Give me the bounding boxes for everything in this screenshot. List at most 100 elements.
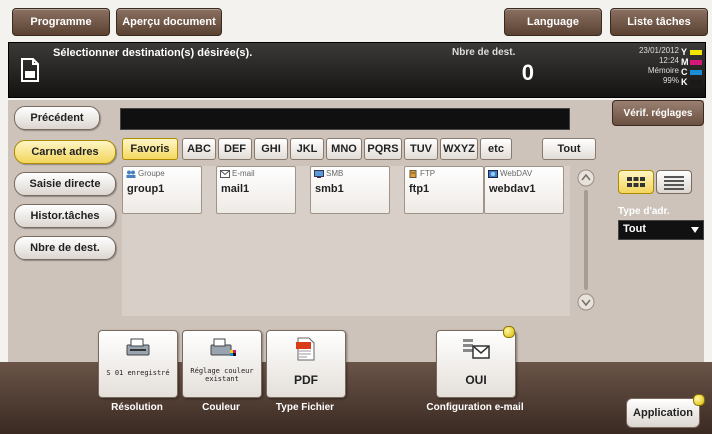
type-adr-label: Type d'adr. xyxy=(618,206,670,217)
toner-label-y: Y xyxy=(681,47,688,57)
tab-mno[interactable]: MNO xyxy=(326,138,362,160)
toner-bar-k xyxy=(690,79,702,85)
entry-type-label: WebDAV xyxy=(500,169,533,178)
email-config-icon xyxy=(463,339,490,359)
entry-type: WebDAV xyxy=(488,169,532,178)
toner-levels: Y M C K xyxy=(681,47,705,87)
memory-label: Mémoire xyxy=(647,66,679,75)
entry-type-label: Groupe xyxy=(138,169,165,178)
application-button[interactable]: Application xyxy=(626,398,700,428)
address-entry-smb1[interactable]: SMB smb1 xyxy=(310,166,390,214)
entry-type-label: E-mail xyxy=(232,169,255,178)
copier-control-panel-screen: Programme Aperçu document Language Liste… xyxy=(0,0,712,434)
tab-def[interactable]: DEF xyxy=(218,138,252,160)
couleur-value: Réglage couleur existant xyxy=(190,367,254,383)
type-fichier-button[interactable]: PDF xyxy=(266,330,346,398)
entry-name: mail1 xyxy=(221,183,250,195)
verif-reglages-button[interactable]: Vérif. réglages xyxy=(612,100,704,126)
ftp-icon xyxy=(409,169,417,178)
sidebar-item-saisie-directe[interactable]: Saisie directe xyxy=(14,172,116,196)
configuration-email-caption: Configuration e-mail xyxy=(426,402,524,413)
pdf-file-icon xyxy=(296,337,315,361)
tab-etc[interactable]: etc xyxy=(480,138,512,160)
sidebar-item-nbre-dest[interactable]: Nbre de dest. xyxy=(14,236,116,260)
toner-bar-y xyxy=(690,49,702,55)
list-view-button[interactable] xyxy=(656,170,692,194)
entry-name: webdav1 xyxy=(489,183,536,195)
email-icon xyxy=(220,169,230,178)
configuration-email-button[interactable]: OUI xyxy=(436,330,516,398)
status-time: 12:24 xyxy=(658,56,679,65)
status-bar: Sélectionner destination(s) désirée(s). … xyxy=(8,42,706,98)
couleur-button[interactable]: Réglage couleur existant xyxy=(182,330,262,398)
language-button[interactable]: Language xyxy=(504,8,602,36)
address-entry-ftp1[interactable]: FTP ftp1 xyxy=(404,166,484,214)
scroll-down-icon[interactable] xyxy=(576,292,596,312)
entry-type: SMB xyxy=(314,169,343,178)
entry-type: Groupe xyxy=(126,169,165,178)
toner-bar-m xyxy=(690,59,702,65)
tab-pqrs[interactable]: PQRS xyxy=(364,138,402,160)
programme-button[interactable]: Programme xyxy=(12,8,110,36)
address-list: Groupe group1 E-mail mail1 SMB smb1 FTP … xyxy=(122,166,570,316)
toner-row-m: M xyxy=(681,57,705,67)
entry-name: ftp1 xyxy=(409,183,430,195)
webdav-icon xyxy=(488,169,498,178)
grid-view-icon xyxy=(627,177,645,187)
precedent-button[interactable]: Précédent xyxy=(14,106,100,130)
memory-value: 99% xyxy=(662,76,679,85)
grid-view-button[interactable] xyxy=(618,170,654,194)
document-icon xyxy=(21,58,39,82)
liste-taches-button[interactable]: Liste tâches xyxy=(610,8,708,36)
tab-tuv[interactable]: TUV xyxy=(404,138,438,160)
scroll-track[interactable] xyxy=(584,190,588,290)
entry-type-label: SMB xyxy=(326,169,344,178)
instruction-message: Sélectionner destination(s) désirée(s). xyxy=(53,47,253,59)
entry-type-label: FTP xyxy=(420,169,436,178)
toner-row-y: Y xyxy=(681,47,705,57)
address-entry-group1[interactable]: Groupe group1 xyxy=(122,166,202,214)
chevron-down-icon xyxy=(691,227,699,233)
resolution-button[interactable]: S 01 enregistré xyxy=(98,330,178,398)
type-adr-select[interactable]: Tout xyxy=(618,220,704,240)
resolution-value: S 01 enregistré xyxy=(106,369,170,377)
dest-count-value: 0 xyxy=(521,60,534,85)
scroll-up-icon[interactable] xyxy=(576,168,596,188)
sidebar-item-histor-taches[interactable]: Histor.tâches xyxy=(14,204,116,228)
destination-panel: Précédent Vérif. réglages Carnet adres S… xyxy=(8,100,704,362)
destination-input-field[interactable] xyxy=(120,108,570,130)
address-scrollbar[interactable] xyxy=(576,168,596,312)
entry-name: group1 xyxy=(127,183,165,195)
entry-type: E-mail xyxy=(220,169,255,178)
entry-type: FTP xyxy=(408,169,435,178)
apercu-document-button[interactable]: Aperçu document xyxy=(116,8,222,36)
tab-favoris[interactable]: Favoris xyxy=(122,138,178,160)
tab-ghi[interactable]: GHI xyxy=(254,138,288,160)
toner-label-m: M xyxy=(681,57,689,67)
address-type-filter: Type d'adr. Tout xyxy=(612,204,704,248)
toner-label-c: C xyxy=(681,67,688,77)
dest-count-label: Nbre de dest. xyxy=(452,47,516,58)
entry-name: smb1 xyxy=(315,183,344,195)
address-entry-mail1[interactable]: E-mail mail1 xyxy=(216,166,296,214)
status-date: 23/01/2012 xyxy=(638,46,679,55)
color-scanner-icon xyxy=(210,338,236,356)
address-entry-webdav1[interactable]: WebDAV webdav1 xyxy=(484,166,564,214)
notification-dot-icon xyxy=(693,394,705,406)
tab-jkl[interactable]: JKL xyxy=(290,138,324,160)
smb-icon xyxy=(314,169,324,178)
status-info: 23/01/2012 12:24 Mémoire 99% xyxy=(599,46,679,86)
toner-row-k: K xyxy=(681,77,705,87)
sidebar-item-carnet-adres[interactable]: Carnet adres xyxy=(14,140,116,164)
tab-tout[interactable]: Tout xyxy=(542,138,596,160)
scanner-icon xyxy=(126,338,150,356)
toner-label-k: K xyxy=(681,77,688,87)
tab-wxyz[interactable]: WXYZ xyxy=(440,138,478,160)
group-icon xyxy=(126,170,136,178)
type-fichier-caption: Type Fichier xyxy=(275,402,335,413)
type-adr-value: Tout xyxy=(623,223,647,235)
notification-dot-icon xyxy=(503,326,515,338)
toner-bar-c xyxy=(690,69,702,75)
configuration-email-value: OUI xyxy=(465,373,487,387)
tab-abc[interactable]: ABC xyxy=(182,138,216,160)
